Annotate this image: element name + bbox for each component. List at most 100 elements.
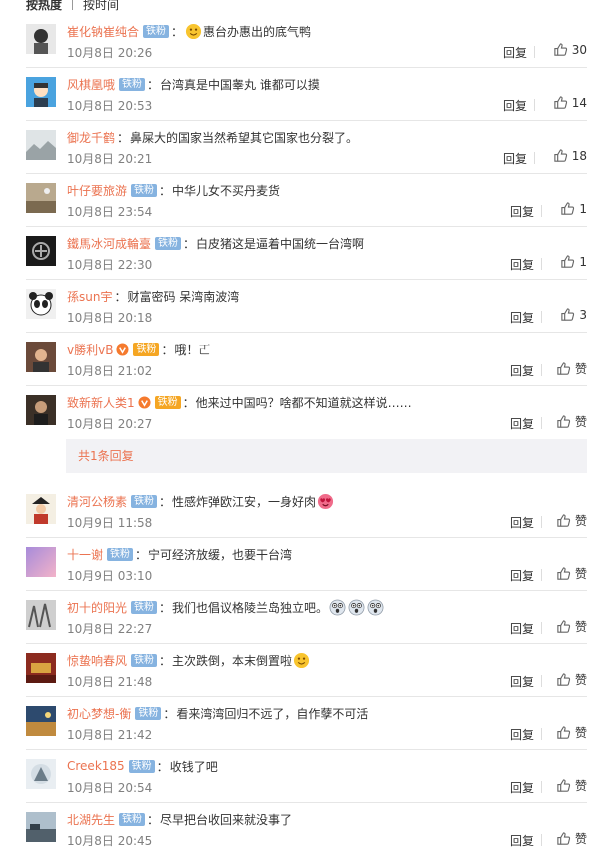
reply-button[interactable]: 回复 (510, 256, 534, 273)
fan-badge[interactable]: 铁粉 (133, 342, 160, 356)
avatar[interactable] (26, 494, 56, 524)
like-count: 赞 (574, 673, 587, 687)
like-button[interactable]: 3 (560, 307, 587, 322)
like-button[interactable]: 赞 (556, 777, 587, 794)
avatar[interactable] (26, 395, 56, 425)
fan-badge[interactable]: 铁粉 (154, 395, 181, 409)
avatar[interactable] (26, 24, 56, 54)
comment-body: Creek185 铁粉：收钱了吧 (67, 757, 218, 775)
like-button[interactable]: 1 (560, 201, 587, 216)
reply-button[interactable]: 回复 (510, 309, 534, 326)
avatar[interactable] (26, 342, 56, 372)
username-link[interactable]: 叶仔要旅游 (67, 182, 127, 199)
view-replies-link[interactable]: 共1条回复 (66, 439, 587, 473)
vip-icon (116, 342, 129, 356)
reply-button[interactable]: 回复 (503, 44, 527, 61)
sort-by-hot-tab[interactable]: 按热度 (26, 0, 62, 13)
thumbs-up-icon (553, 95, 568, 110)
reply-button[interactable]: 回复 (503, 97, 527, 114)
like-button[interactable]: 赞 (556, 830, 587, 847)
username-link[interactable]: 孫sun宇 (67, 288, 112, 305)
username-link[interactable]: 初十的阳光 (67, 599, 127, 616)
comment-text: 白皮猪这是逼着中国统一台湾啊 (196, 236, 365, 251)
avatar[interactable] (26, 183, 56, 213)
like-button[interactable]: 赞 (556, 413, 587, 430)
like-button[interactable]: 1 (560, 254, 587, 269)
fan-badge[interactable]: 铁粉 (119, 812, 146, 826)
comment-item: 叶仔要旅游 铁粉：中华儿女不买丹麦货 10月8日 23:54 回复 1 (26, 174, 587, 227)
like-button[interactable]: 赞 (556, 671, 587, 688)
colon-separator: ： (117, 130, 130, 145)
fan-badge[interactable]: 铁粉 (143, 24, 170, 38)
fan-badge[interactable]: 铁粉 (155, 236, 182, 250)
username-link[interactable]: 风棋凰哦 (67, 76, 115, 93)
avatar[interactable] (26, 759, 56, 789)
avatar[interactable] (26, 547, 56, 577)
comment-item: 初心梦想-衡 铁粉：看来湾湾回归不远了，自作孽不可活 10月8日 21:42 回复 赞 (26, 697, 587, 750)
avatar[interactable] (26, 77, 56, 107)
username-link[interactable]: v勝利vB (67, 341, 113, 358)
username-link[interactable]: 惊蛰响春风 (67, 652, 127, 669)
username-link[interactable]: Creek185 (67, 759, 125, 773)
like-button[interactable]: 14 (553, 95, 587, 110)
comment-item: Creek185 铁粉：收钱了吧 10月8日 20:54 回复 赞 (26, 750, 587, 803)
colon-separator: ： (159, 600, 172, 615)
avatar[interactable] (26, 653, 56, 683)
comment-timestamp: 10月9日 03:10 (67, 569, 153, 583)
comment-body: 初十的阳光 铁粉：我们也倡议格陵兰岛独立吧。 (67, 598, 385, 616)
like-button[interactable]: 赞 (556, 512, 587, 529)
fan-badge[interactable]: 铁粉 (131, 653, 158, 667)
username-link[interactable]: 初心梦想-衡 (67, 705, 131, 722)
reply-button[interactable]: 回复 (510, 514, 534, 531)
shock-emoji-icon (348, 599, 365, 616)
reply-button[interactable]: 回复 (510, 620, 534, 637)
like-button[interactable]: 赞 (556, 724, 587, 741)
avatar[interactable] (26, 289, 56, 319)
like-button[interactable]: 18 (553, 148, 587, 163)
fan-badge[interactable]: 铁粉 (128, 759, 155, 773)
like-button[interactable]: 赞 (556, 565, 587, 582)
reply-button[interactable]: 回复 (510, 779, 534, 796)
username-link[interactable]: 清河公杨素 (67, 493, 127, 510)
thumbs-up-icon (556, 619, 571, 634)
like-count: 赞 (574, 514, 587, 528)
reply-button[interactable]: 回复 (510, 203, 534, 220)
avatar[interactable] (26, 600, 56, 630)
fan-badge[interactable]: 铁粉 (131, 494, 158, 508)
avatar[interactable] (26, 236, 56, 266)
username-link[interactable]: 御龙千鹤 (67, 129, 115, 146)
reply-button[interactable]: 回复 (510, 362, 534, 379)
username-link[interactable]: 鐵馬冰河成輪臺 (67, 235, 151, 252)
reply-button[interactable]: 回复 (510, 726, 534, 743)
comment-timestamp: 10月8日 20:21 (67, 152, 153, 166)
reply-button[interactable]: 回复 (503, 150, 527, 167)
fan-badge[interactable]: 铁粉 (131, 600, 158, 614)
comment-timestamp: 10月8日 21:42 (67, 728, 153, 742)
username-link[interactable]: 北湖先生 (67, 811, 115, 828)
sort-by-time-tab[interactable]: 按时间 (83, 0, 119, 13)
username-link[interactable]: 崔化钠崔纯合 (67, 23, 139, 40)
comment-item: 风棋凰哦 铁粉：台湾真是中国睾丸 谁都可以摸 10月8日 20:53 回复 14 (26, 68, 587, 121)
like-button[interactable]: 赞 (556, 360, 587, 377)
like-count: 赞 (574, 779, 587, 793)
comment-text: 他来过中国吗？啥都不知道就这样说…… (195, 395, 412, 410)
like-button[interactable]: 赞 (556, 618, 587, 635)
comment-timestamp: 10月8日 20:26 (67, 46, 153, 60)
like-button[interactable]: 30 (553, 42, 587, 57)
reply-button[interactable]: 回复 (510, 673, 534, 690)
fan-badge[interactable]: 铁粉 (131, 183, 158, 197)
action-divider (541, 569, 542, 581)
avatar[interactable] (26, 130, 56, 160)
fan-badge[interactable]: 铁粉 (107, 547, 134, 561)
username-link[interactable]: 致新新人类1 (67, 394, 135, 411)
username-link[interactable]: 十一谢 (67, 546, 103, 563)
avatar[interactable] (26, 812, 56, 842)
reply-button[interactable]: 回复 (510, 415, 534, 432)
reply-button[interactable]: 回复 (510, 832, 534, 849)
fan-badge[interactable]: 铁粉 (119, 77, 146, 91)
avatar[interactable] (26, 706, 56, 736)
like-count: 18 (571, 148, 587, 163)
comment-text: 主次跌倒，本末倒置啦 (172, 653, 293, 668)
reply-button[interactable]: 回复 (510, 567, 534, 584)
fan-badge[interactable]: 铁粉 (135, 706, 162, 720)
